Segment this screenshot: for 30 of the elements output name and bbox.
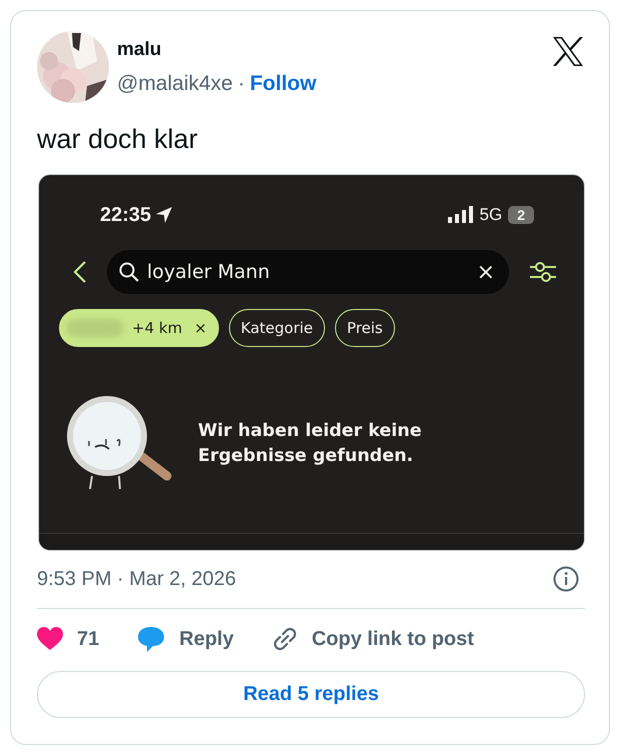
heart-icon bbox=[37, 627, 63, 651]
clear-button[interactable]: × bbox=[472, 260, 499, 284]
author-handle[interactable]: @malaik4xe bbox=[117, 72, 233, 96]
signal-icon bbox=[448, 206, 474, 224]
back-icon[interactable] bbox=[73, 261, 87, 283]
search-icon bbox=[119, 262, 139, 282]
copy-button[interactable]: Copy link to post bbox=[272, 626, 474, 652]
speech-bubble-icon bbox=[137, 626, 166, 652]
info-icon[interactable] bbox=[553, 566, 579, 592]
post-text: war doch klar bbox=[37, 124, 199, 156]
filter-chip[interactable]: Preis bbox=[334, 309, 395, 347]
remove-icon[interactable]: × bbox=[194, 319, 207, 337]
follow-link[interactable]: Follow bbox=[250, 72, 316, 96]
status-time: 22:35 bbox=[100, 204, 152, 226]
search-field[interactable]: loyaler Mann × bbox=[107, 250, 509, 294]
separator-dot: · bbox=[238, 72, 245, 96]
reply-button[interactable]: Reply bbox=[137, 626, 234, 652]
like-button[interactable]: 71 bbox=[37, 627, 100, 651]
network-label: 5G bbox=[480, 205, 502, 225]
filter-chip[interactable]: Kategorie bbox=[228, 309, 325, 347]
author-name[interactable]: malu bbox=[117, 39, 316, 61]
post-timestamp[interactable]: 9:53 PM · Mar 2, 2026 bbox=[37, 568, 236, 590]
read-replies-button[interactable]: Read 5 replies bbox=[37, 671, 585, 718]
location-arrow-icon bbox=[155, 206, 174, 224]
battery-level: 2 bbox=[508, 206, 534, 224]
x-logo-icon[interactable] bbox=[552, 37, 584, 66]
filter-chip[interactable]: +4 km × bbox=[59, 309, 219, 347]
link-icon bbox=[272, 626, 298, 652]
empty-message: Wir haben leider keine Ergebnisse gefunden. bbox=[198, 420, 423, 468]
filter-icon[interactable] bbox=[529, 260, 557, 284]
